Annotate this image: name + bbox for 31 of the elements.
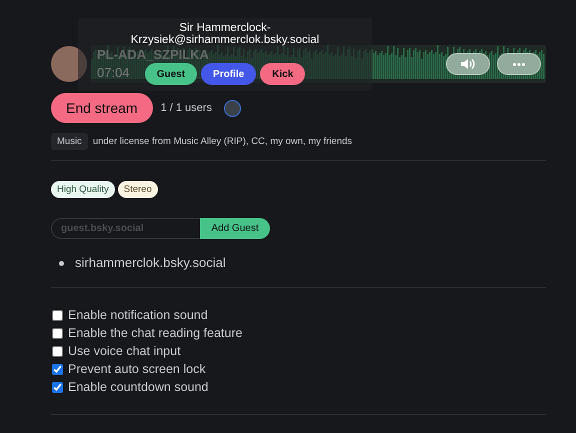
more-icon	[513, 62, 525, 66]
guest-item: sirhammerclok.bsky.social	[75, 255, 226, 271]
setting-label: Enable the chat reading feature	[68, 326, 242, 340]
music-tag: Music	[51, 133, 88, 150]
checkbox[interactable]	[52, 328, 63, 338]
setting-label: Enable notification sound	[68, 308, 208, 322]
bullet-icon	[59, 260, 64, 266]
checkbox[interactable]	[52, 382, 63, 392]
track-title: PL-ADA_SZPILKA	[97, 46, 209, 64]
license-text: under license from Music Alley (RIP), CC, my own, my friends	[92, 136, 352, 147]
setting-label: Use voice chat input	[68, 344, 181, 358]
end-stream-button[interactable]: End stream	[51, 93, 153, 123]
guest-button[interactable]: Guest	[144, 63, 198, 85]
checkbox[interactable]	[52, 364, 63, 374]
more-button[interactable]	[497, 53, 541, 75]
tooltip-username: Sir Hammerclock-Krzysiek@sirhammerclok.bsky.social	[130, 21, 320, 46]
checkbox[interactable]	[52, 346, 63, 356]
volume-button[interactable]	[446, 53, 490, 75]
speaker-icon	[460, 58, 476, 70]
profile-button[interactable]: Profile	[201, 63, 256, 85]
user-avatar[interactable]	[224, 100, 241, 116]
add-guest-button[interactable]: Add Guest	[200, 218, 270, 239]
badge: High Quality	[51, 181, 115, 198]
setting-label: Enable countdown sound	[68, 380, 208, 394]
kick-button[interactable]: Kick	[260, 63, 306, 85]
avatar	[51, 46, 87, 82]
setting-label: Prevent auto screen lock	[68, 362, 206, 376]
badge: Stereo	[118, 181, 158, 198]
user-count: 1 / 1 users	[160, 102, 212, 114]
track-time: 07:04	[97, 64, 130, 82]
checkbox[interactable]	[52, 310, 63, 320]
